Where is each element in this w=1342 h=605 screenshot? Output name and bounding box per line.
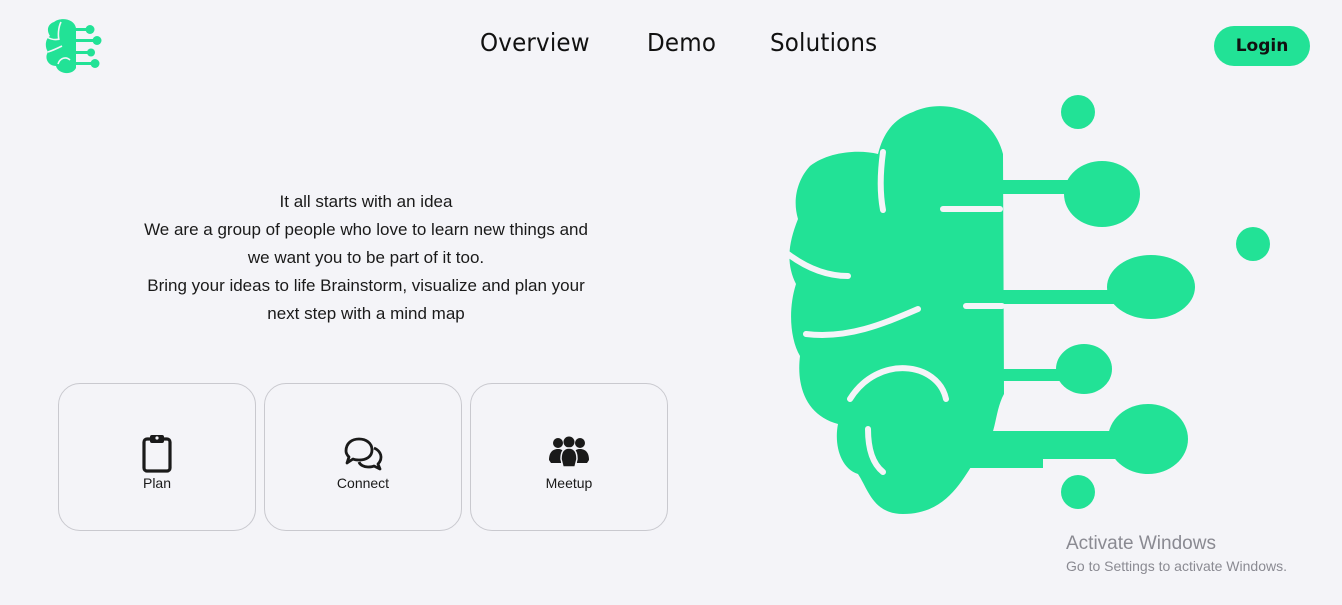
- activate-windows-watermark: Activate Windows Go to Settings to activ…: [1066, 532, 1287, 576]
- hero-text: It all starts with an idea We are a grou…: [116, 188, 616, 328]
- clipboard-icon: [142, 435, 172, 473]
- hero-line-5: next step with a mind map: [267, 304, 465, 323]
- meetup-card-label: Meetup: [545, 475, 593, 491]
- hero-line-3: we want you to be part of it too.: [247, 248, 485, 267]
- group-icon: [549, 436, 589, 468]
- hero-line-1: It all starts with an idea: [279, 192, 453, 211]
- nav-demo-link[interactable]: Demo: [647, 28, 716, 57]
- brain-circuit-icon: [788, 95, 1270, 514]
- plan-card[interactable]: Plan: [58, 383, 256, 531]
- brain-logo-icon[interactable]: [44, 18, 102, 74]
- plan-card-label: Plan: [142, 475, 172, 491]
- watermark-subtitle: Go to Settings to activate Windows.: [1066, 558, 1287, 574]
- hero-line-4: Bring your ideas to life Brainstorm, vis…: [147, 276, 585, 295]
- connect-card-label: Connect: [336, 475, 390, 491]
- login-button[interactable]: Login: [1214, 26, 1310, 66]
- watermark-title: Activate Windows: [1066, 533, 1216, 554]
- nav-overview-link[interactable]: Overview: [480, 28, 590, 57]
- nav-solutions-link[interactable]: Solutions: [770, 28, 877, 57]
- chat-bubbles-icon: [344, 437, 383, 471]
- hero-line-2: We are a group of people who love to lea…: [144, 220, 588, 239]
- feature-cards: Plan Connect Meetup: [58, 383, 668, 531]
- connect-card[interactable]: Connect: [264, 383, 462, 531]
- meetup-card[interactable]: Meetup: [470, 383, 668, 531]
- main-nav: Overview Demo Solutions: [480, 28, 887, 57]
